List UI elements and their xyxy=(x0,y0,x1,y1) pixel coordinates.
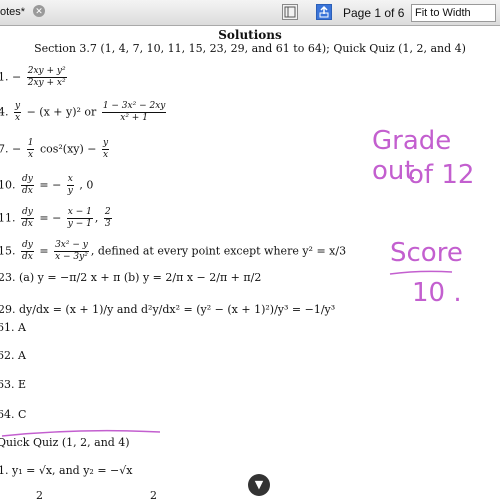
ink-fraction-line xyxy=(389,270,453,275)
ink-note-of12: of 12 xyxy=(408,160,475,190)
zoom-select[interactable]: Fit to Width xyxy=(411,4,496,22)
document-tab-title[interactable]: otes* xyxy=(0,6,25,18)
document-page: Solutions Section 3.7 (1, 4, 7, 10, 11, … xyxy=(0,26,500,502)
share-icon[interactable] xyxy=(316,4,332,20)
scroll-down-icon[interactable]: ▼ xyxy=(248,474,270,496)
sidebar-icon[interactable] xyxy=(282,4,298,20)
ink-underline xyxy=(1,429,161,437)
ink-note-10: 10 . xyxy=(412,278,462,308)
close-icon[interactable]: ✕ xyxy=(33,5,45,17)
viewer-toolbar: otes* ✕ Page 1 of 6 Fit to Width xyxy=(0,0,500,26)
ink-note-score: Score xyxy=(390,238,463,268)
page-indicator: Page 1 of 6 xyxy=(343,6,405,20)
